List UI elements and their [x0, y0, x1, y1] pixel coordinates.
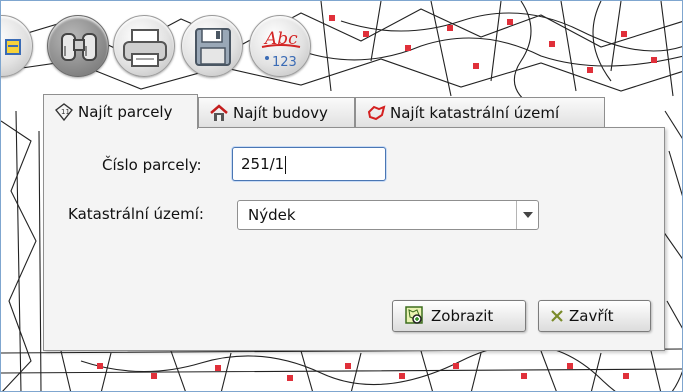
floppy-disk-icon	[195, 28, 231, 66]
territory-select[interactable]: Nýdek	[237, 200, 539, 230]
text-cursor	[285, 155, 287, 174]
legend-tool-button[interactable]	[1, 15, 33, 77]
spellcheck-123-text: 123	[272, 55, 297, 70]
house-icon	[209, 103, 229, 123]
parcel-icon: 11	[54, 102, 74, 122]
tab-find-buildings[interactable]: Najít budovy	[198, 97, 355, 127]
zoom-to-icon	[405, 306, 425, 326]
territory-value: Nýdek	[248, 206, 296, 224]
chevron-down-icon	[523, 212, 533, 218]
spellcheck-tool-button[interactable]: Abc 123	[249, 15, 311, 77]
search-panel: Číslo parcely: 251/1 Katastrální území: …	[43, 127, 665, 351]
tab-find-territory[interactable]: Najít katastrální území	[355, 97, 605, 127]
tab-find-parcels[interactable]: 11 Najít parcely	[43, 94, 198, 129]
legend-icon	[5, 39, 21, 55]
tab-label: Najít katastrální území	[390, 103, 560, 122]
dropdown-button[interactable]	[516, 201, 538, 229]
app-window: Abc 123 11 Najít parcely Najít budovy Na…	[0, 0, 683, 392]
spellcheck-icon: Abc 123	[261, 29, 301, 70]
close-button[interactable]: Zavřít	[538, 300, 651, 332]
printer-icon	[123, 29, 167, 67]
show-button-label: Zobrazit	[431, 307, 494, 325]
territory-label: Katastrální území:	[68, 205, 204, 223]
close-button-label: Zavřít	[569, 307, 614, 325]
show-button[interactable]: Zobrazit	[392, 300, 526, 332]
binoculars-icon	[61, 33, 97, 61]
parcel-number-input[interactable]: 251/1	[232, 147, 386, 181]
parcel-number-label: Číslo parcely:	[102, 156, 202, 174]
print-tool-button[interactable]	[113, 15, 175, 77]
svg-text:11: 11	[61, 108, 70, 116]
territory-icon	[366, 103, 386, 123]
save-tool-button[interactable]	[181, 15, 243, 77]
parcel-number-value: 251/1	[241, 155, 285, 173]
tab-label: Najít budovy	[233, 103, 328, 122]
search-tool-button[interactable]	[47, 15, 109, 77]
tab-label: Najít parcely	[78, 103, 173, 121]
close-x-icon	[551, 310, 563, 322]
